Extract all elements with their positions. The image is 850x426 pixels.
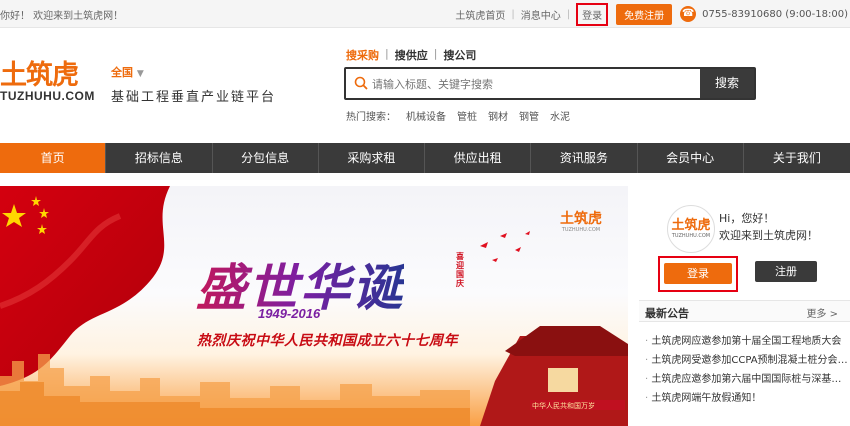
divider: | (433, 47, 438, 60)
divider: | (511, 8, 515, 20)
news-item[interactable]: 土筑虎网应邀参加第十届全国工程地质大会 (645, 332, 850, 351)
divider: | (385, 47, 389, 60)
flag-shape (0, 186, 170, 386)
nav-purchase[interactable]: 采购求租 (319, 143, 425, 173)
hot-searches: 热门搜索： 机械设备 管桩 钢材 钢管 水泥 (346, 108, 581, 123)
slogan: 基础工程垂直产业链平台 (111, 90, 277, 105)
tab-search-supply[interactable]: 搜供应 (395, 47, 428, 63)
banner-gate-text: 中华人民共和国万岁 (532, 402, 595, 410)
search-tabs: 搜采购 | 搜供应 | 搜公司 (346, 47, 482, 63)
more-link[interactable]: 更多 > (806, 305, 838, 320)
free-register-button[interactable]: 免费注册 (616, 3, 673, 25)
banner-subtitle: 热烈庆祝中华人民共和国成立六十七周年 (197, 333, 458, 349)
hot-search-link[interactable]: 管桩 (457, 108, 477, 123)
login-highlight: 登录 (658, 256, 738, 292)
nav-member[interactable]: 会员中心 (638, 143, 744, 173)
banner-logo-text: 土筑虎 (560, 211, 602, 227)
hot-search-link[interactable]: 钢材 (488, 108, 508, 123)
top-bar: 你好！ 欢迎来到土筑虎网！ 土筑虎首页 | 消息中心 | 登录 免费注册 ☎ 0… (0, 0, 850, 28)
news-item[interactable]: 土筑虎应邀参加第六届中国国际桩与深基础... (645, 370, 850, 389)
hot-search-link[interactable]: 钢管 (519, 108, 539, 123)
banner-side-text: 喜迎国庆 (456, 252, 464, 288)
top-links: 土筑虎首页 | 消息中心 | 登录 免费注册 ☎ 0755-83910680 (… (455, 0, 850, 28)
chevron-down-icon: ▼ (136, 69, 144, 79)
logo-domain: TUZHUHU.COM (0, 89, 95, 103)
login-link[interactable]: 登录 (576, 2, 609, 26)
nav-news[interactable]: 资讯服务 (531, 143, 638, 173)
register-button[interactable]: 注册 (755, 261, 817, 282)
divider: | (566, 8, 571, 20)
nav-tenders[interactable]: 招标信息 (106, 143, 213, 173)
region-label: 全国 (111, 66, 133, 79)
login-button[interactable]: 登录 (664, 263, 732, 284)
region-selector[interactable]: 全国 ▼ (111, 64, 144, 80)
news-item[interactable]: 土筑虎网端午放假通知！ (645, 389, 850, 408)
site-logo[interactable]: 土筑虎 TUZHUHU.COM (0, 60, 95, 103)
news-header: 最新公告 更多 > (639, 300, 850, 322)
hot-search-label: 热门搜索： (346, 112, 396, 123)
nav-home[interactable]: 首页 (0, 143, 107, 173)
nav-supply[interactable]: 供应出租 (425, 143, 532, 173)
logo-text: 土筑虎 (0, 60, 79, 91)
tab-search-company[interactable]: 搜公司 (443, 47, 476, 63)
tab-search-purchase[interactable]: 搜采购 (346, 47, 379, 63)
welcome-message: 欢迎来到土筑虎网！ (719, 229, 818, 242)
phone-number: 0755-83910680 (9:00-18:00) (702, 8, 848, 20)
user-panel: 土筑虎 TUZHUHU.COM Hi，您好！ 欢迎来到土筑虎网！ 登录 注册 最… (639, 186, 850, 426)
message-center-link[interactable]: 消息中心 (521, 7, 561, 22)
news-item[interactable]: 土筑虎网受邀参加CCPA预制混凝土桩分会2... (645, 351, 850, 370)
welcome-text: 你好！ 欢迎来到土筑虎网！ (0, 11, 124, 22)
avatar-logo-domain: TUZHUHU.COM (671, 233, 711, 239)
home-link[interactable]: 土筑虎首页 (455, 7, 505, 22)
hot-search-link[interactable]: 水泥 (550, 108, 570, 123)
news-title: 最新公告 (645, 307, 689, 320)
avatar: 土筑虎 TUZHUHU.COM (667, 205, 715, 253)
banner-logo: 土筑虎 TUZHUHU.COM (560, 211, 602, 234)
hot-search-link[interactable]: 机械设备 (406, 108, 446, 123)
news-list: 土筑虎网应邀参加第十届全国工程地质大会 土筑虎网受邀参加CCPA预制混凝土桩分会… (645, 332, 850, 408)
nav-about[interactable]: 关于我们 (744, 143, 850, 173)
search-icon (354, 76, 368, 90)
greeting: Hi，您好！ (719, 212, 775, 225)
phone-icon: ☎ (680, 6, 697, 22)
banner-logo-domain: TUZHUHU.COM (561, 227, 601, 233)
search-button[interactable]: 搜索 (700, 69, 754, 98)
search-box: 搜索 (344, 67, 756, 100)
main-nav: 首页 招标信息 分包信息 采购求租 供应出租 资讯服务 会员中心 关于我们 (0, 143, 850, 173)
banner-carousel[interactable]: 盛世华诞 1949-2016 喜迎国庆 热烈庆祝中华人民共和国成立六十七周年 中… (0, 186, 628, 426)
banner-years: 1949-2016 (258, 306, 321, 321)
search-input[interactable] (372, 73, 702, 95)
nav-subcontract[interactable]: 分包信息 (213, 143, 319, 173)
avatar-logo-text: 土筑虎 (671, 218, 711, 233)
